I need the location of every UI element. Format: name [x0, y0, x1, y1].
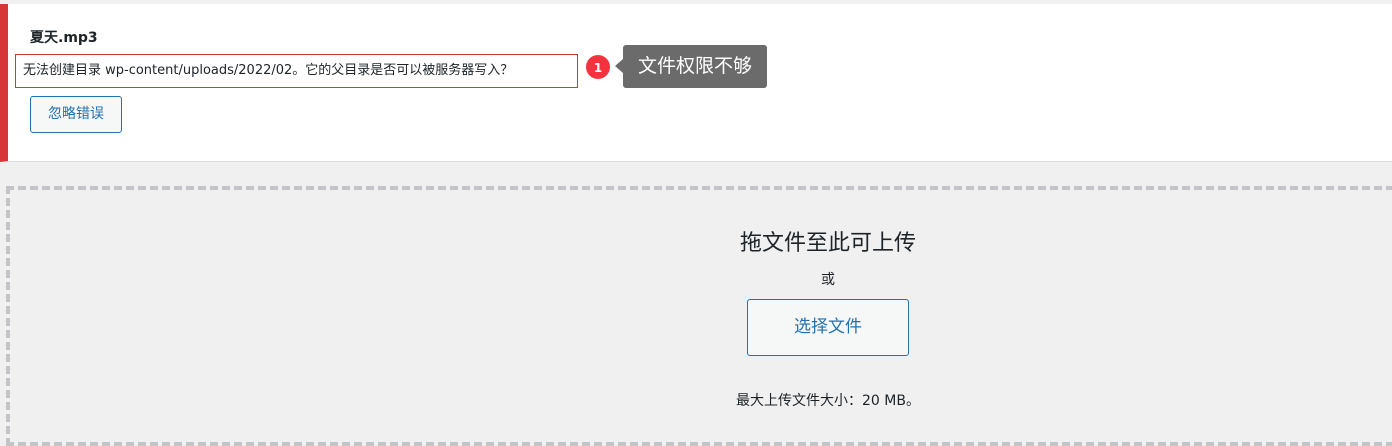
- annotation-badge: 1: [585, 54, 611, 80]
- drop-zone-title: 拖文件至此可上传: [739, 231, 916, 256]
- dismiss-errors-button[interactable]: 忽略错误: [30, 96, 122, 133]
- select-files-button[interactable]: 选择文件: [747, 299, 909, 356]
- error-filename: 夏天.mp3: [30, 30, 98, 46]
- max-upload-size-text: 最大上传文件大小：20 MB。: [736, 393, 920, 409]
- drop-zone-or-text: 或: [821, 272, 835, 288]
- error-message: 无法创建目录 wp-content/uploads/2022/02。它的父目录是…: [15, 54, 578, 88]
- annotation-callout: 文件权限不够: [623, 45, 767, 88]
- callout-arrow: [615, 59, 623, 73]
